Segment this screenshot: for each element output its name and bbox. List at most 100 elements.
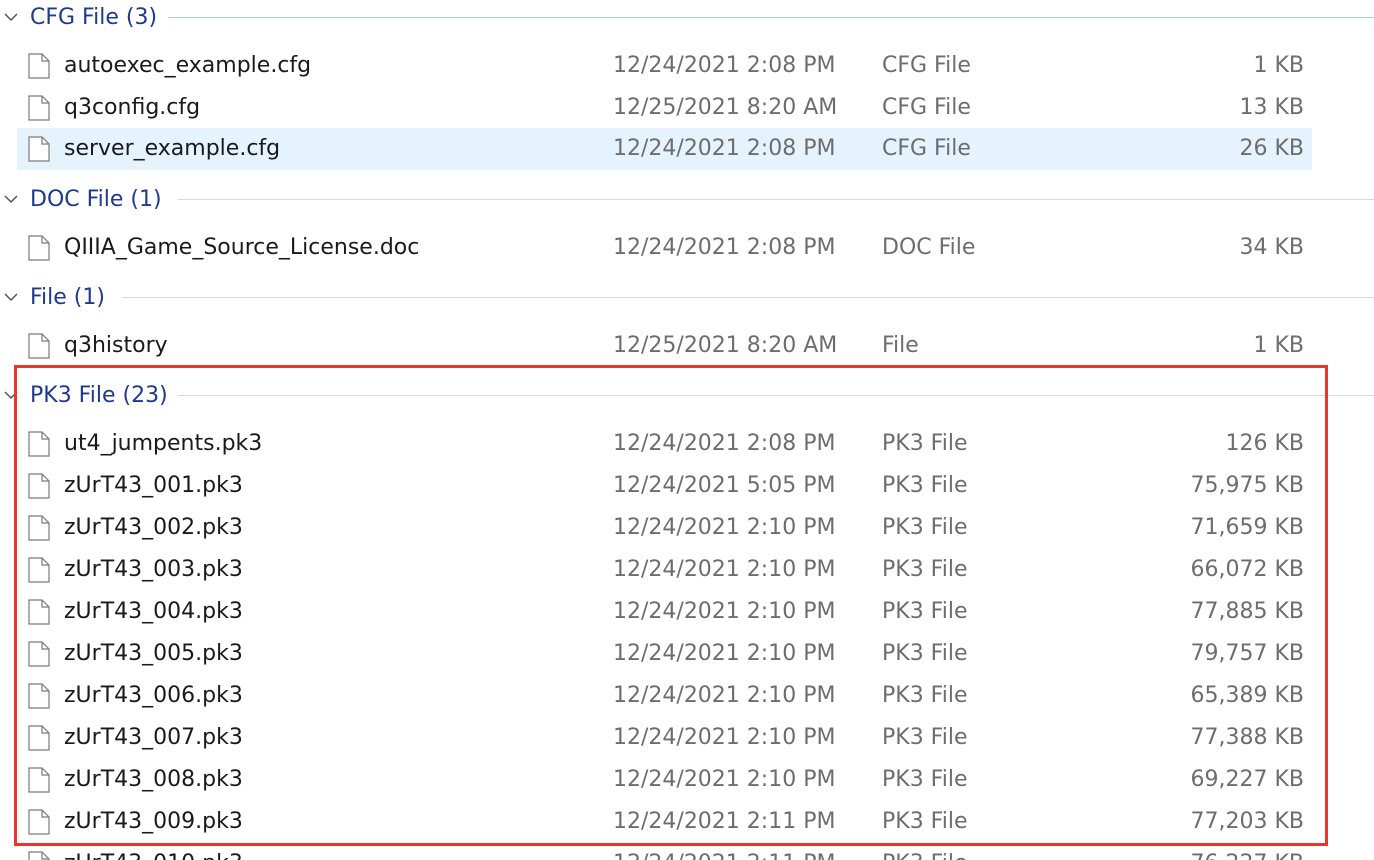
file-icon xyxy=(28,683,50,709)
file-date: 12/24/2021 2:11 PM xyxy=(613,843,835,860)
file-date: 12/24/2021 2:08 PM xyxy=(613,53,836,78)
file-date: 12/25/2021 8:20 AM xyxy=(613,333,838,358)
file-date: 12/24/2021 2:08 PM xyxy=(613,235,836,260)
list-item[interactable]: zUrT43_003.pk3 12/24/2021 2:10 PM PK3 Fi… xyxy=(17,549,1312,591)
chevron-down-icon[interactable] xyxy=(4,192,18,206)
file-size: 77,203 KB xyxy=(1190,809,1305,834)
file-name: zUrT43_010.pk3 xyxy=(64,843,243,860)
file-explorer-list: CFG File (3) autoexec_example.cfg 12/24/… xyxy=(0,0,1374,860)
file-name: zUrT43_002.pk3 xyxy=(64,515,243,540)
file-name: zUrT43_003.pk3 xyxy=(64,557,243,582)
list-item[interactable]: zUrT43_009.pk3 12/24/2021 2:11 PM PK3 Fi… xyxy=(17,801,1312,843)
file-date: 12/24/2021 2:10 PM xyxy=(613,641,836,666)
file-icon xyxy=(28,95,50,121)
group-header-pk3[interactable]: PK3 File (23) xyxy=(0,375,1374,415)
file-date: 12/24/2021 2:10 PM xyxy=(613,725,836,750)
file-name: QIIIA_Game_Source_License.doc xyxy=(64,235,420,260)
list-item[interactable]: zUrT43_010.pk3 12/24/2021 2:11 PM PK3 Fi… xyxy=(17,843,1312,860)
file-name: zUrT43_005.pk3 xyxy=(64,641,243,666)
file-icon xyxy=(28,431,50,457)
list-item[interactable]: QIIIA_Game_Source_License.doc 12/24/2021… xyxy=(17,227,1312,269)
group-header-cfg[interactable]: CFG File (3) xyxy=(0,0,1374,37)
file-type: PK3 File xyxy=(882,809,968,834)
list-item[interactable]: zUrT43_004.pk3 12/24/2021 2:10 PM PK3 Fi… xyxy=(17,591,1312,633)
file-name: zUrT43_001.pk3 xyxy=(64,473,243,498)
chevron-down-icon[interactable] xyxy=(4,10,18,24)
file-type: PK3 File xyxy=(882,473,968,498)
file-type: PK3 File xyxy=(882,431,968,456)
file-icon xyxy=(28,136,50,162)
file-date: 12/24/2021 2:08 PM xyxy=(613,431,836,456)
file-name: zUrT43_004.pk3 xyxy=(64,599,243,624)
file-icon xyxy=(28,851,50,860)
file-icon xyxy=(28,53,50,79)
file-icon xyxy=(28,809,50,835)
file-type: PK3 File xyxy=(882,557,968,582)
file-size: 65,389 KB xyxy=(1190,683,1305,708)
file-icon xyxy=(28,235,50,261)
file-icon xyxy=(28,557,50,583)
file-date: 12/24/2021 2:08 PM xyxy=(613,136,836,161)
file-type: PK3 File xyxy=(882,641,968,666)
list-item[interactable]: zUrT43_008.pk3 12/24/2021 2:10 PM PK3 Fi… xyxy=(17,759,1312,801)
file-icon xyxy=(28,333,50,359)
file-size: 1 KB xyxy=(1253,53,1304,78)
file-name: q3config.cfg xyxy=(64,95,201,120)
file-size: 126 KB xyxy=(1225,431,1304,456)
file-date: 12/24/2021 2:10 PM xyxy=(613,683,836,708)
group-title: File (1) xyxy=(30,284,117,310)
file-name: q3history xyxy=(64,333,168,358)
file-size: 77,885 KB xyxy=(1190,599,1305,624)
file-size: 13 KB xyxy=(1239,95,1304,120)
file-icon xyxy=(28,641,50,667)
file-type: File xyxy=(882,333,919,358)
file-size: 79,757 KB xyxy=(1190,641,1305,666)
group-divider xyxy=(122,297,1374,298)
file-name: zUrT43_006.pk3 xyxy=(64,683,243,708)
list-item[interactable]: autoexec_example.cfg 12/24/2021 2:08 PM … xyxy=(17,45,1312,87)
list-item[interactable]: q3config.cfg 12/25/2021 8:20 AM CFG File… xyxy=(17,87,1312,129)
file-size: 26 KB xyxy=(1239,136,1304,161)
list-item-selected[interactable]: server_example.cfg 12/24/2021 2:08 PM CF… xyxy=(17,128,1312,170)
file-date: 12/24/2021 5:05 PM xyxy=(613,473,836,498)
file-type: PK3 File xyxy=(882,599,968,624)
file-date: 12/24/2021 2:10 PM xyxy=(613,515,836,540)
file-size: 1 KB xyxy=(1253,333,1304,358)
file-name: server_example.cfg xyxy=(64,136,281,161)
chevron-down-icon[interactable] xyxy=(4,388,18,402)
file-date: 12/24/2021 2:10 PM xyxy=(613,767,836,792)
file-type: CFG File xyxy=(882,136,971,161)
file-type: CFG File xyxy=(882,53,971,78)
group-title: PK3 File (23) xyxy=(30,382,180,408)
list-item[interactable]: zUrT43_007.pk3 12/24/2021 2:10 PM PK3 Fi… xyxy=(17,717,1312,759)
group-divider xyxy=(168,17,1374,18)
list-item[interactable]: q3history 12/25/2021 8:20 AM File 1 KB xyxy=(17,325,1312,367)
file-size: 69,227 KB xyxy=(1190,767,1305,792)
list-item[interactable]: zUrT43_006.pk3 12/24/2021 2:10 PM PK3 Fi… xyxy=(17,675,1312,717)
file-name: zUrT43_007.pk3 xyxy=(64,725,243,750)
chevron-down-icon[interactable] xyxy=(4,290,18,304)
group-header-doc[interactable]: DOC File (1) xyxy=(0,179,1374,219)
list-item[interactable]: zUrT43_002.pk3 12/24/2021 2:10 PM PK3 Fi… xyxy=(17,507,1312,549)
file-type: PK3 File xyxy=(882,767,968,792)
file-type: PK3 File xyxy=(882,843,968,860)
file-size: 76,227 KB xyxy=(1191,843,1305,860)
file-size: 77,388 KB xyxy=(1190,725,1305,750)
list-item[interactable]: zUrT43_005.pk3 12/24/2021 2:10 PM PK3 Fi… xyxy=(17,633,1312,675)
file-name: ut4_jumpents.pk3 xyxy=(64,431,263,456)
list-item[interactable]: ut4_jumpents.pk3 12/24/2021 2:08 PM PK3 … xyxy=(17,423,1312,465)
group-header-file[interactable]: File (1) xyxy=(0,277,1374,317)
file-name: zUrT43_008.pk3 xyxy=(64,767,243,792)
file-size: 75,975 KB xyxy=(1190,473,1305,498)
list-item[interactable]: zUrT43_001.pk3 12/24/2021 5:05 PM PK3 Fi… xyxy=(17,465,1312,507)
file-date: 12/24/2021 2:11 PM xyxy=(613,809,836,834)
group-divider xyxy=(178,199,1374,200)
file-date: 12/25/2021 8:20 AM xyxy=(613,95,838,120)
file-icon xyxy=(28,515,50,541)
file-type: PK3 File xyxy=(882,515,968,540)
file-name: autoexec_example.cfg xyxy=(64,53,312,78)
file-icon xyxy=(28,725,50,751)
file-icon xyxy=(28,473,50,499)
file-icon xyxy=(28,599,50,625)
file-date: 12/24/2021 2:10 PM xyxy=(613,599,836,624)
